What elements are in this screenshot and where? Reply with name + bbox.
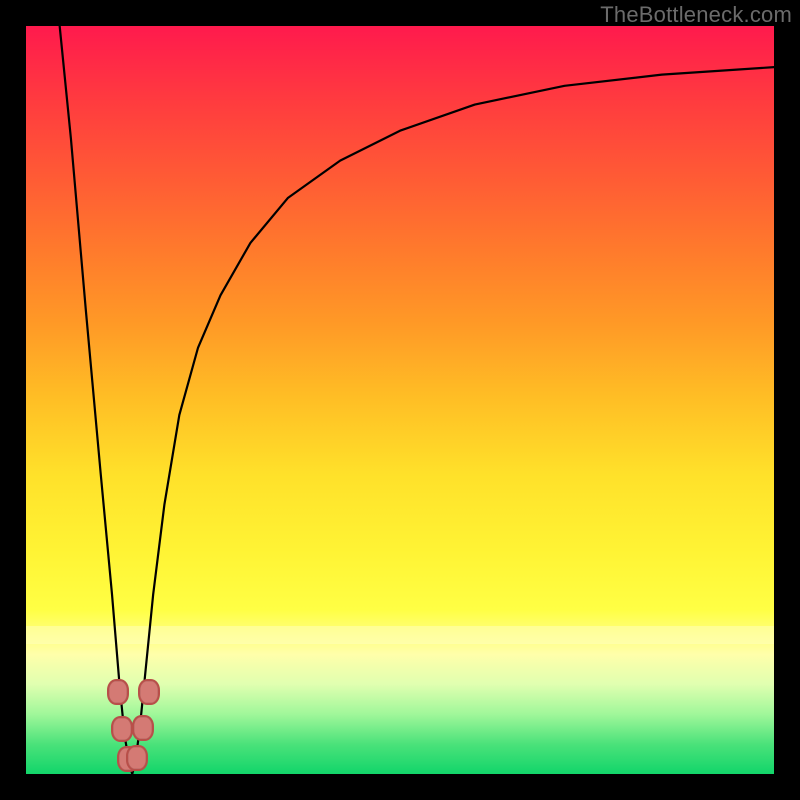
watermark-text: TheBottleneck.com <box>600 2 792 28</box>
data-marker <box>111 716 133 742</box>
data-marker <box>132 715 154 741</box>
bottleneck-curve <box>60 26 774 774</box>
data-marker <box>138 679 160 705</box>
curve-layer <box>26 26 774 774</box>
chart-container: TheBottleneck.com <box>0 0 800 800</box>
plot-area <box>26 26 774 774</box>
data-marker <box>126 745 148 771</box>
data-marker <box>107 679 129 705</box>
